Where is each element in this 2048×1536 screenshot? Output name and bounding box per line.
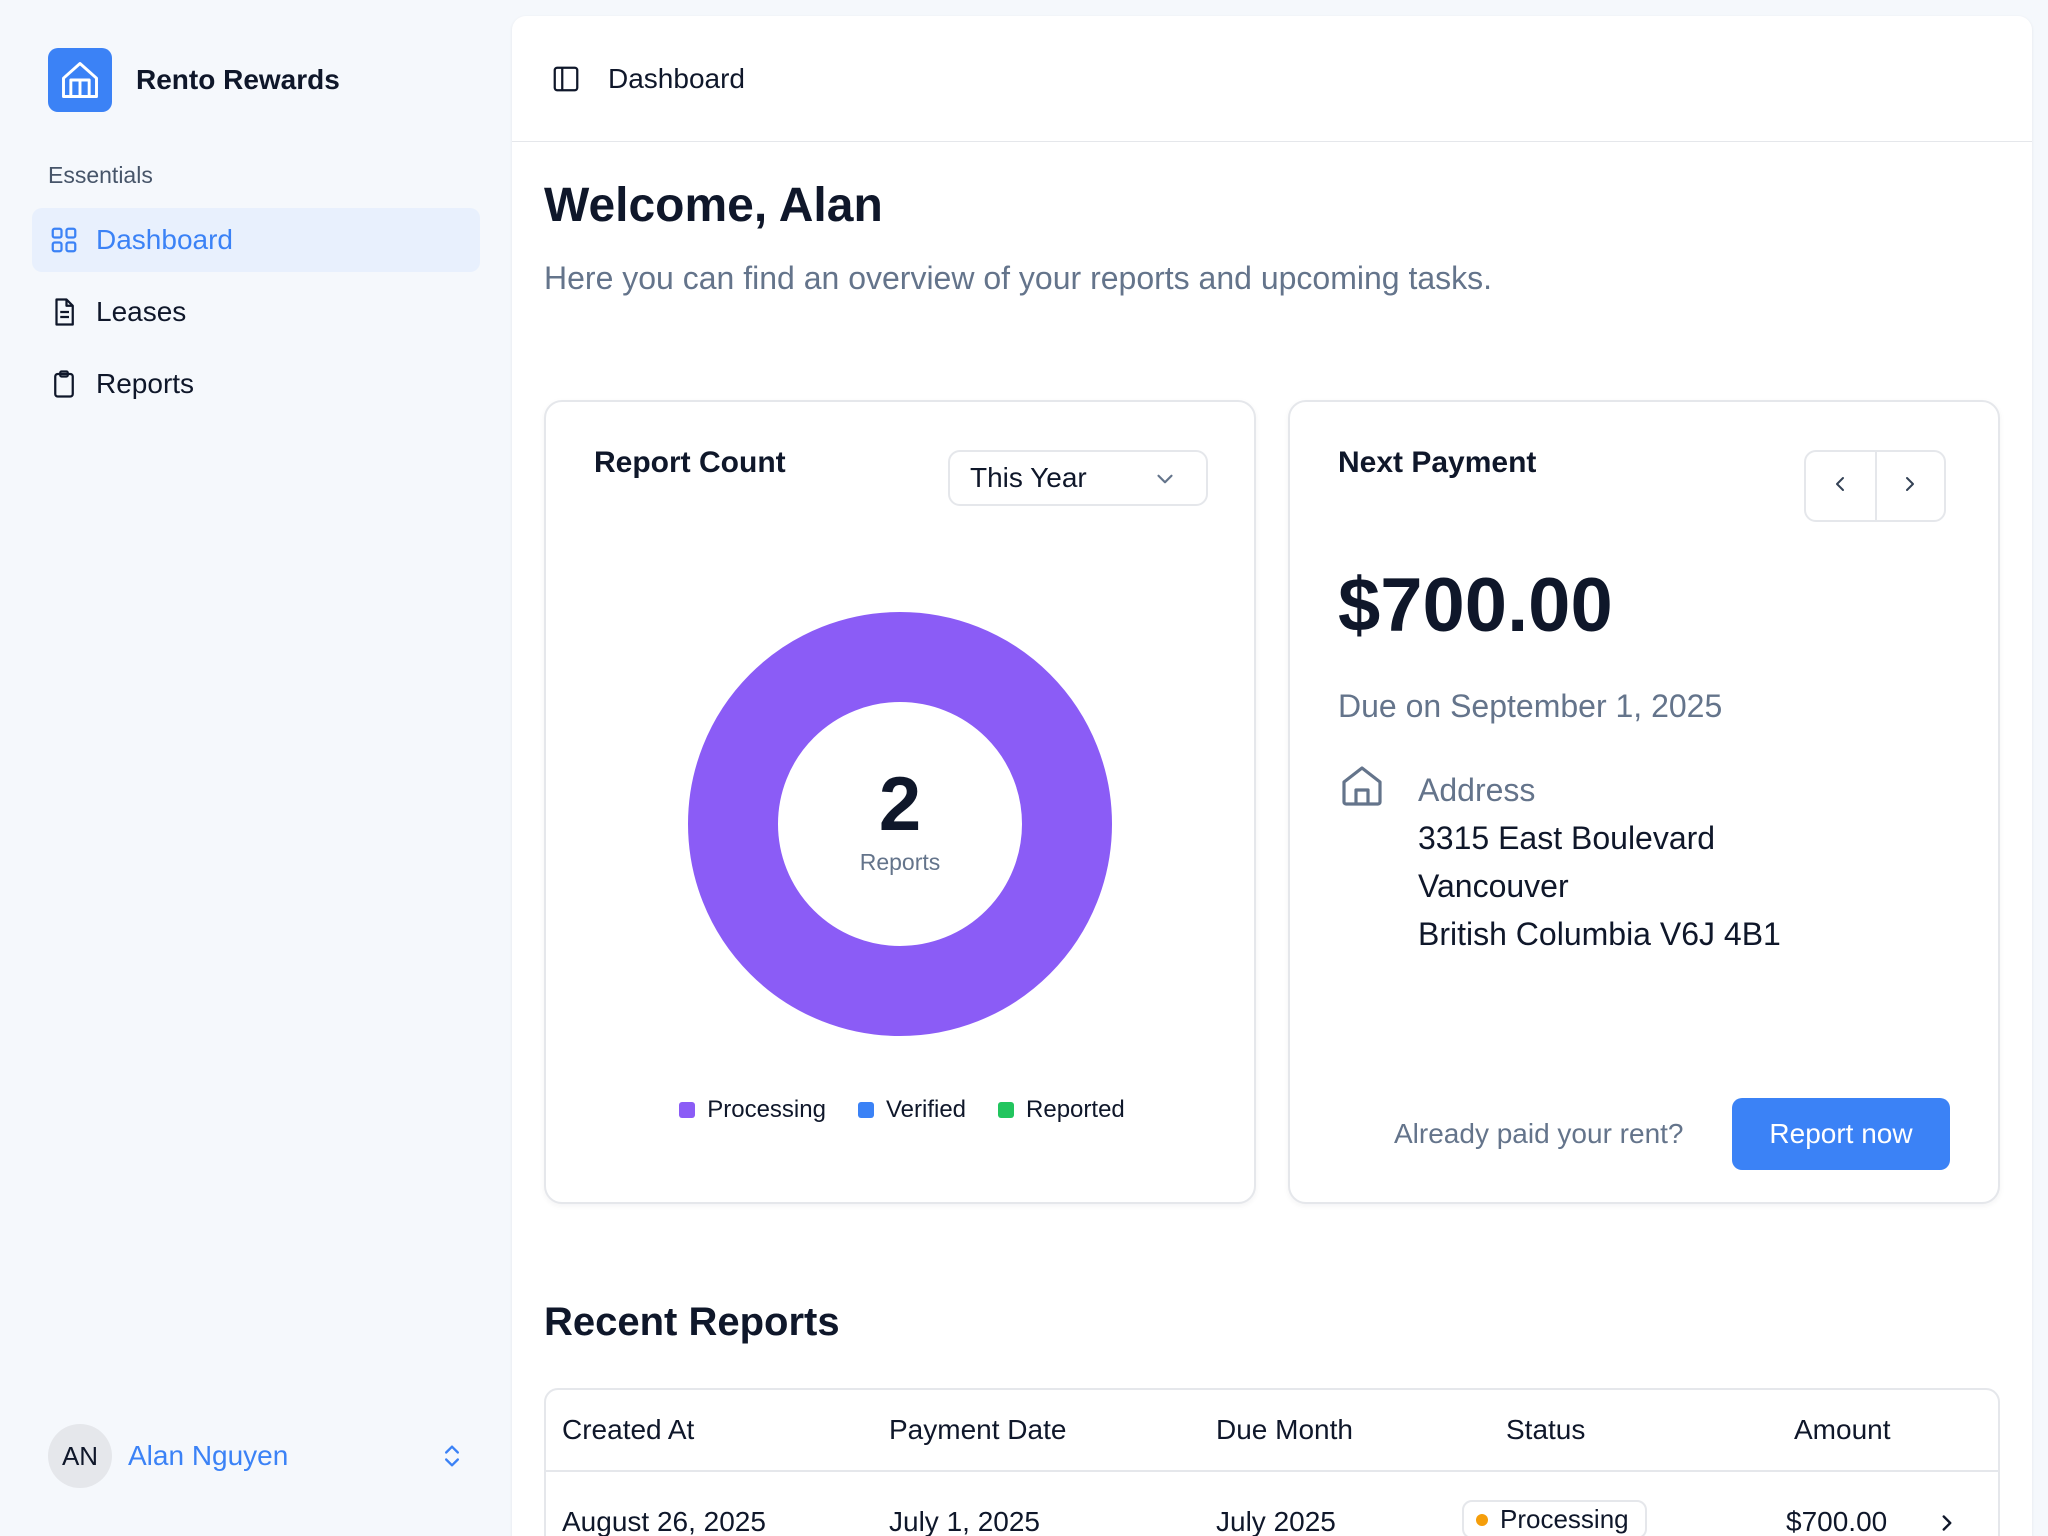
user-menu[interactable]: AN Alan Nguyen <box>48 1424 468 1488</box>
column-header-due-month[interactable]: Due Month <box>1216 1414 1353 1446</box>
sidebar-item-label: Reports <box>96 368 195 399</box>
address-line-3: British Columbia V6J 4B1 <box>1418 916 1781 952</box>
sidebar-item-label: Dashboard <box>96 224 233 255</box>
chevrons-up-down-icon[interactable] <box>436 1440 468 1472</box>
cell-payment-date: July 1, 2025 <box>889 1506 1040 1536</box>
prev-payment-button[interactable] <box>1806 452 1875 520</box>
page-title: Welcome, Alan <box>544 179 883 232</box>
sidebar-nav: Dashboard Leases Reports <box>32 208 480 424</box>
sidebar-item-label: Leases <box>96 296 187 327</box>
next-payment-title: Next Payment <box>1338 446 1537 479</box>
period-select[interactable]: This Year <box>948 450 1208 506</box>
column-header-created-at[interactable]: Created At <box>562 1414 694 1446</box>
legend-item-processing: Processing <box>679 1096 826 1124</box>
payment-due-date: Due on September 1, 2025 <box>1338 688 1723 724</box>
status-dot <box>1476 1513 1488 1526</box>
house-icon <box>1338 762 1386 810</box>
grid-icon <box>48 224 80 256</box>
cell-due-month: July 2025 <box>1216 1506 1336 1536</box>
donut-center: 2 Reports <box>688 612 1112 1036</box>
home-icon <box>48 48 112 112</box>
sidebar-toggle-icon[interactable] <box>548 61 584 97</box>
address-line-1: 3315 East Boulevard <box>1418 820 1716 856</box>
report-count-card: Report Count This Year 2 Reports Process… <box>544 400 1256 1204</box>
chevron-left-icon <box>1828 472 1852 501</box>
address-line-2: Vancouver <box>1418 868 1569 904</box>
sidebar-item-reports[interactable]: Reports <box>32 352 480 416</box>
report-count-title: Report Count <box>594 446 786 479</box>
column-header-payment-date[interactable]: Payment Date <box>889 1414 1066 1446</box>
donut-total: 2 <box>878 761 922 847</box>
recent-reports-table: Created At Payment Date Due Month Status… <box>544 1388 2000 1536</box>
sidebar-item-dashboard[interactable]: Dashboard <box>32 208 480 272</box>
cell-created-at: August 26, 2025 <box>562 1506 766 1536</box>
legend-swatch <box>998 1102 1015 1118</box>
user-name: Alan Nguyen <box>128 1440 289 1471</box>
page-subtitle: Here you can find an overview of your re… <box>544 260 1493 296</box>
donut-chart: 2 Reports <box>688 612 1112 1036</box>
sidebar: Rento Rewards Essentials Dashboard Lease… <box>0 0 512 1536</box>
sidebar-section-label: Essentials <box>48 162 153 188</box>
chevron-right-icon[interactable] <box>1934 1510 1960 1536</box>
donut-total-label: Reports <box>859 848 941 875</box>
sidebar-item-leases[interactable]: Leases <box>32 280 480 344</box>
column-header-amount[interactable]: Amount <box>1794 1414 1891 1446</box>
clipboard-icon <box>48 368 80 400</box>
recent-reports-title: Recent Reports <box>544 1300 840 1344</box>
address-label: Address <box>1418 772 1536 808</box>
legend-swatch <box>679 1102 696 1118</box>
next-payment-button[interactable] <box>1874 452 1944 520</box>
cell-amount: $700.00 <box>1786 1506 1888 1536</box>
table-row[interactable]: August 26, 2025 July 1, 2025 July 2025 P… <box>546 1472 1998 1536</box>
chart-legend: Processing Verified Reported <box>546 1096 1258 1124</box>
legend-label: Processing <box>707 1096 826 1123</box>
chevron-down-icon <box>1152 466 1178 499</box>
legend-swatch <box>857 1102 874 1118</box>
payment-address: Address 3315 East Boulevard Vancouver Br… <box>1418 766 1781 958</box>
chevron-right-icon <box>1898 472 1922 501</box>
next-payment-card: Next Payment $700.00 Due on September 1,… <box>1288 400 2000 1204</box>
avatar: AN <box>48 1424 112 1488</box>
column-header-status[interactable]: Status <box>1506 1414 1585 1446</box>
status-label: Processing <box>1500 1504 1629 1534</box>
app-name: Rento Rewards <box>136 64 340 95</box>
payment-pager <box>1804 450 1946 522</box>
payment-amount: $700.00 <box>1338 563 1613 648</box>
already-paid-text: Already paid your rent? <box>1394 1118 1684 1149</box>
legend-label: Reported <box>1026 1096 1125 1123</box>
table-header: Created At Payment Date Due Month Status… <box>546 1390 1998 1472</box>
report-now-button[interactable]: Report now <box>1732 1098 1950 1170</box>
main-panel: Dashboard Welcome, Alan Here you can fin… <box>512 16 2032 1536</box>
breadcrumb: Dashboard <box>608 62 745 94</box>
legend-item-reported: Reported <box>998 1096 1125 1124</box>
brand[interactable]: Rento Rewards <box>48 48 340 112</box>
status-badge: Processing <box>1462 1500 1647 1536</box>
period-select-value: This Year <box>970 462 1087 493</box>
legend-item-verified: Verified <box>857 1096 967 1124</box>
legend-label: Verified <box>885 1096 967 1123</box>
topbar: Dashboard <box>512 16 2032 142</box>
document-icon <box>48 296 80 328</box>
